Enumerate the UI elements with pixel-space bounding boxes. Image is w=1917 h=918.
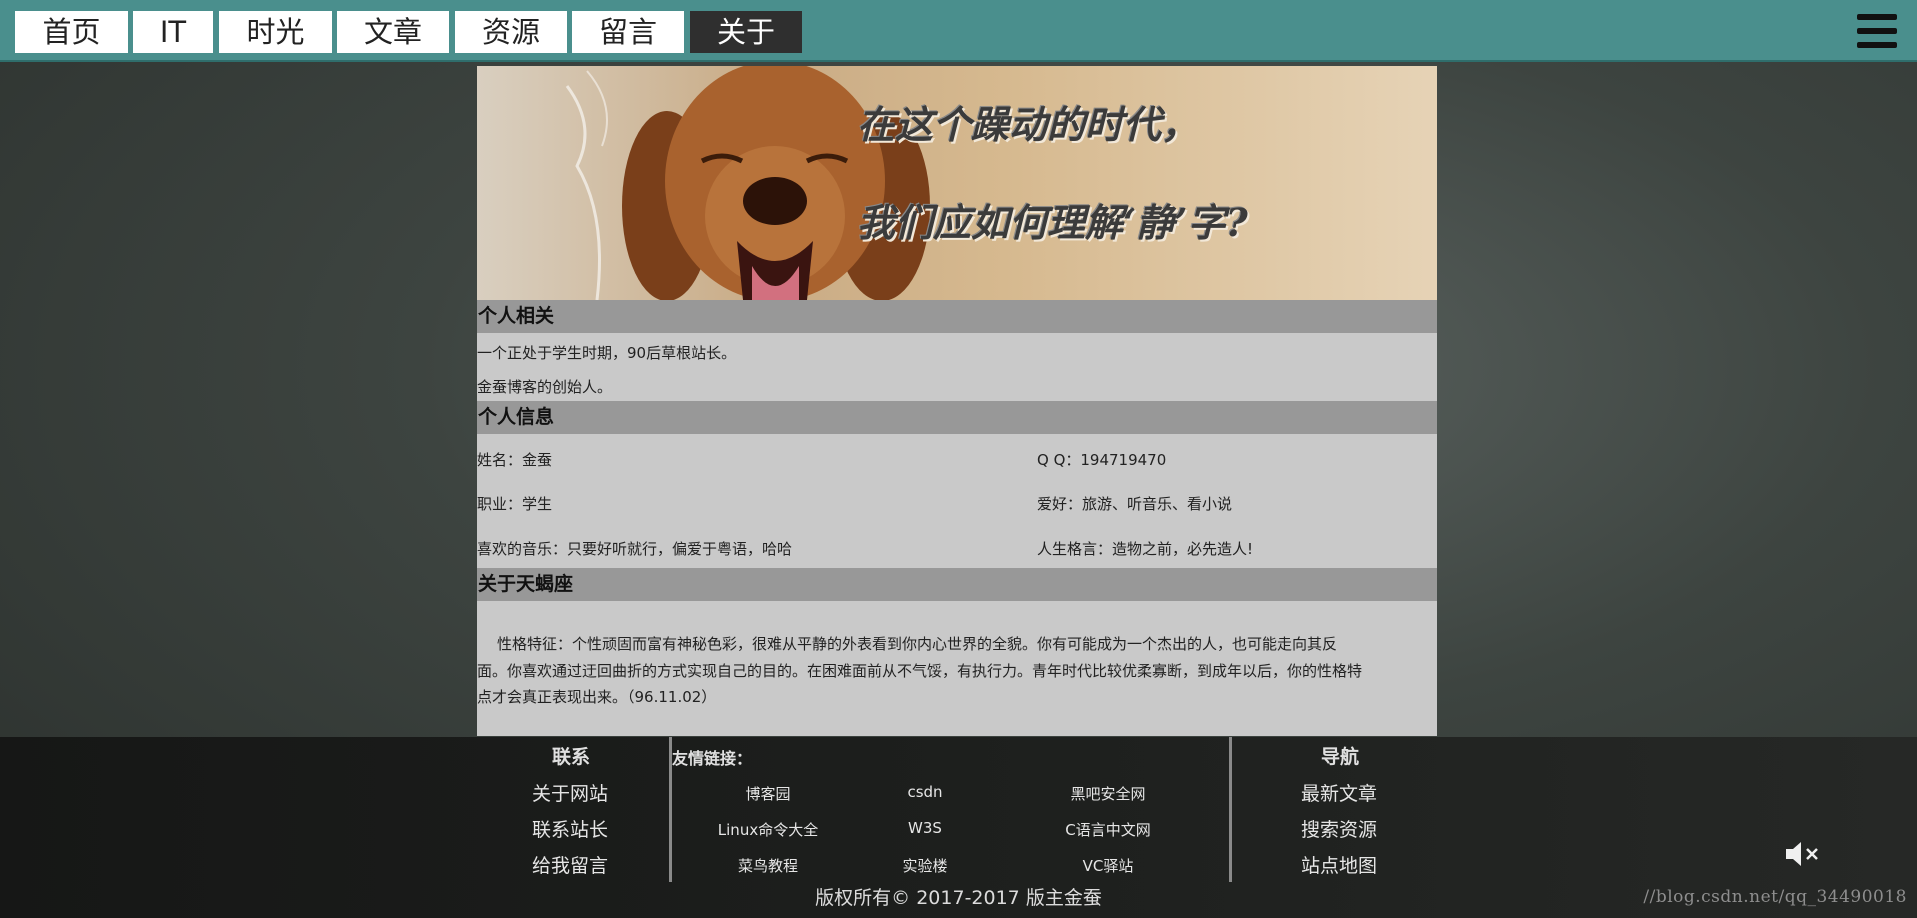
personal-line-1: 一个正处于学生时期，90后草根站长。 — [477, 344, 737, 362]
footer-contact-title: 联系 — [552, 746, 591, 768]
footer-link-leave-message[interactable]: 给我留言 — [532, 851, 608, 878]
footer-link-latest-articles[interactable]: 最新文章 — [1301, 779, 1377, 806]
main-content: 在这个躁动的时代， 我们应如何理解‘静’字? 个人相关 一个正处于学生时期，90… — [477, 66, 1437, 736]
scorpio-line-3: 点才会真正表现出来。（96.11.02） — [477, 688, 717, 706]
nav-item-resources[interactable]: 资源 — [455, 11, 567, 53]
info-motto: 人生格言：造物之前，必先造人! — [1037, 540, 1254, 558]
banner-line-2: 我们应如何理解‘静’字? — [857, 200, 1248, 245]
section-title-personal: 个人相关 — [477, 300, 1437, 333]
info-qq: Q Q：194719470 — [1037, 451, 1167, 469]
section-title-scorpio: 关于天蝎座 — [477, 568, 1437, 601]
footer-nav-title: 导航 — [1321, 746, 1360, 768]
nav-item-home[interactable]: 首页 — [15, 11, 128, 53]
footer-link-search-resources[interactable]: 搜索资源 — [1301, 815, 1377, 842]
info-job: 职业：学生 — [477, 495, 553, 513]
site-footer: 联系 关于网站 联系站长 给我留言 友情链接： 博客园 csdn 黑吧安全网 L… — [0, 737, 1917, 918]
footer-friends-title: 友情链接： — [672, 749, 753, 768]
footer-link-contact-admin[interactable]: 联系站长 — [532, 815, 608, 842]
banner-line-1: 在这个躁动的时代， — [857, 102, 1200, 147]
footer-link-sitemap[interactable]: 站点地图 — [1301, 851, 1377, 878]
nav-item-articles[interactable]: 文章 — [337, 11, 449, 53]
banner-image: 在这个躁动的时代， 我们应如何理解‘静’字? — [477, 66, 1437, 300]
info-hobby: 爱好：旅游、听音乐、看小说 — [1037, 495, 1233, 513]
nav-item-time[interactable]: 时光 — [219, 11, 332, 53]
hamburger-menu-icon[interactable] — [1857, 12, 1899, 50]
scorpio-line-1: 性格特征：个性顽固而富有神秘色彩，很难从平静的外表看到你内心世界的全貌。你有可能… — [497, 635, 1338, 653]
nav-item-it[interactable]: IT — [133, 11, 213, 53]
friend-link-runoob[interactable]: 菜鸟教程 — [688, 855, 848, 876]
friend-link-clang[interactable]: C语言中文网 — [1028, 819, 1188, 840]
top-navigation-bar: 首页 IT 时光 文章 资源 留言 关于 — [0, 0, 1917, 62]
friend-link-w3s[interactable]: W3S — [845, 819, 1005, 837]
personal-line-2: 金蚕博客的创始人。 — [477, 378, 613, 396]
watermark-text: //blog.csdn.net/qq_34490018 — [1643, 887, 1907, 907]
nav-item-about[interactable]: 关于 — [690, 11, 802, 53]
friend-link-vc[interactable]: VC驿站 — [1028, 855, 1188, 876]
info-name: 姓名：金蚕 — [477, 451, 553, 469]
friend-link-cnblogs[interactable]: 博客园 — [688, 783, 848, 804]
section-title-info: 个人信息 — [477, 401, 1437, 434]
friend-link-csdn[interactable]: csdn — [845, 783, 1005, 801]
footer-divider-right — [1229, 737, 1232, 882]
friend-link-shiyanlou[interactable]: 实验楼 — [845, 855, 1005, 876]
nav-item-messages[interactable]: 留言 — [572, 11, 684, 53]
friend-link-heiba[interactable]: 黑吧安全网 — [1028, 783, 1188, 804]
info-music: 喜欢的音乐：只要好听就行，偏爱于粤语，哈哈 — [477, 540, 793, 558]
friend-link-linux[interactable]: Linux命令大全 — [688, 819, 848, 840]
speaker-muted-icon[interactable] — [1784, 840, 1824, 868]
copyright-text: 版权所有© 2017-2017 版主金蚕 — [815, 887, 1102, 909]
scorpio-line-2: 面。你喜欢通过迂回曲折的方式实现自己的目的。在困难面前从不气馁，有执行力。青年时… — [477, 662, 1363, 680]
footer-link-about-site[interactable]: 关于网站 — [532, 779, 608, 806]
